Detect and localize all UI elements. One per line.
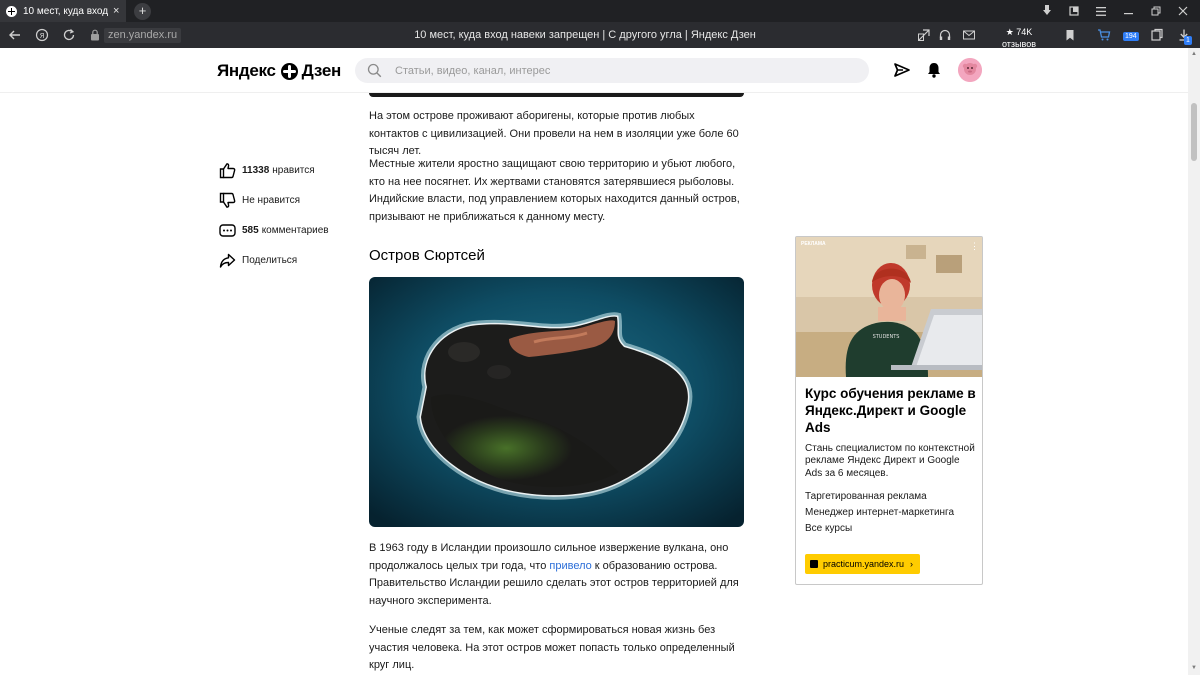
browser-tab-bar: 10 мест, куда вход нав... × + (0, 0, 1200, 22)
yandex-zen-logo[interactable]: Яндекс Дзен (217, 61, 341, 81)
share-arrow-icon (219, 253, 236, 268)
back-icon[interactable] (7, 27, 23, 43)
zen-favicon-icon (6, 5, 17, 17)
window-layout-icon[interactable] (1061, 0, 1087, 22)
search-icon (367, 63, 382, 78)
address-bar[interactable]: zen.yandex.ru (104, 28, 182, 43)
reload-icon[interactable] (61, 27, 77, 43)
ad-more-icon[interactable]: ⋮ (970, 241, 979, 252)
ad-label: РЕКЛАМА (801, 241, 826, 247)
shopping-cart-icon[interactable] (1096, 27, 1112, 43)
share-label: Поделиться (242, 254, 298, 266)
page-title: 10 мест, куда вход навеки запрещен | С д… (414, 29, 756, 41)
zen-star-icon (280, 62, 298, 80)
ad-title[interactable]: Курс обучения рекламе в Яндекс.Директ и … (805, 385, 977, 436)
search-box[interactable] (355, 58, 869, 83)
article-paragraph: На этом острове проживают аборигены, кот… (369, 110, 739, 158)
like-button[interactable]: 11338 нравится (219, 160, 315, 180)
article-paragraph: Местные жители яростно защищают свою тер… (369, 158, 740, 223)
send-icon[interactable] (893, 61, 911, 79)
user-avatar[interactable] (958, 58, 982, 82)
minimize-icon[interactable] (1116, 0, 1142, 22)
send-to-device-icon[interactable] (916, 27, 932, 43)
lock-icon (91, 29, 99, 41)
dislike-label: Не нравится (242, 194, 300, 206)
ad-link[interactable]: Таргетированная реклама (805, 491, 927, 502)
svg-text:Я: Я (40, 32, 45, 40)
extension-count-badge: 194 (1123, 32, 1139, 41)
logo-yandex-text: Яндекс (217, 61, 276, 80)
restore-icon[interactable] (1143, 0, 1169, 22)
reviews-label: ★ 74K отзывов (1002, 27, 1036, 49)
chevron-right-icon: › (910, 559, 914, 569)
collections-icon[interactable] (1149, 27, 1165, 43)
ad-cta-label: practicum.yandex.ru (823, 559, 905, 569)
scrollbar-thumb[interactable] (1191, 103, 1197, 161)
browser-tab-active[interactable]: 10 мест, куда вход нав... × (0, 0, 126, 22)
ad-description: Стань специалистом по контекстной реклам… (805, 443, 975, 479)
section-heading: Остров Сюртсей (369, 247, 485, 264)
close-window-icon[interactable] (1170, 0, 1196, 22)
dislike-button[interactable]: Не нравится (219, 190, 300, 210)
likes-label: нравится (272, 164, 315, 176)
headphones-icon[interactable] (937, 27, 953, 43)
menu-icon[interactable] (1088, 0, 1114, 22)
logo-zen-text: Дзен (301, 61, 342, 80)
previous-article-image (369, 93, 744, 97)
ad-block[interactable]: STUDENTS РЕКЛАМА ⋮ Курс обучения рекламе… (795, 236, 983, 585)
comments-count: 585 (242, 224, 259, 236)
ad-link[interactable]: Все курсы (805, 523, 852, 534)
surtsey-island-photo (369, 277, 744, 527)
share-button[interactable]: Поделиться (219, 250, 297, 270)
download-icon[interactable] (1034, 0, 1060, 22)
tab-title: 10 мест, куда вход нав... (23, 5, 109, 17)
ad-link[interactable]: Менеджер интернет-маркетинга (805, 507, 954, 518)
notifications-bell-icon[interactable] (925, 61, 943, 79)
comments-button[interactable]: 585 комментариев (219, 220, 329, 240)
thumbs-up-icon (219, 162, 236, 178)
ad-photo: STUDENTS РЕКЛАМА ⋮ (796, 237, 982, 377)
new-tab-button[interactable]: + (134, 3, 151, 20)
comment-bubble-icon (219, 223, 236, 237)
ad-cta-button[interactable]: practicum.yandex.ru › (805, 554, 921, 574)
reviews-extension[interactable]: ★ 74K отзывов (988, 26, 1050, 53)
bookmark-icon[interactable] (1062, 27, 1078, 43)
mail-icon[interactable] (961, 27, 977, 43)
thumbs-down-icon (219, 192, 236, 208)
practicum-logo-icon (810, 560, 818, 568)
article-link[interactable]: привело (549, 560, 591, 572)
downloads-badge: 1 (1184, 36, 1192, 45)
scroll-down-icon[interactable]: ▼ (1190, 664, 1198, 672)
scroll-up-icon[interactable]: ▲ (1190, 50, 1198, 58)
site-header: Яндекс Дзен (0, 48, 1188, 93)
comments-label: комментариев (261, 224, 329, 236)
search-input[interactable] (395, 58, 855, 83)
tab-close-icon[interactable]: × (113, 5, 119, 17)
page-scrollbar[interactable]: ▲ ▼ (1188, 48, 1200, 675)
browser-toolbar: Я zen.yandex.ru 10 мест, куда вход навек… (0, 22, 1200, 53)
article-paragraph: Ученые следят за тем, как может сформиро… (369, 624, 735, 672)
yandex-browser-icon[interactable]: Я (34, 27, 50, 43)
likes-count: 11338 (242, 164, 270, 176)
article-paragraph-with-link: В 1963 году в Исландии произошло сильное… (369, 540, 747, 610)
svg-text:STUDENTS: STUDENTS (873, 334, 900, 340)
